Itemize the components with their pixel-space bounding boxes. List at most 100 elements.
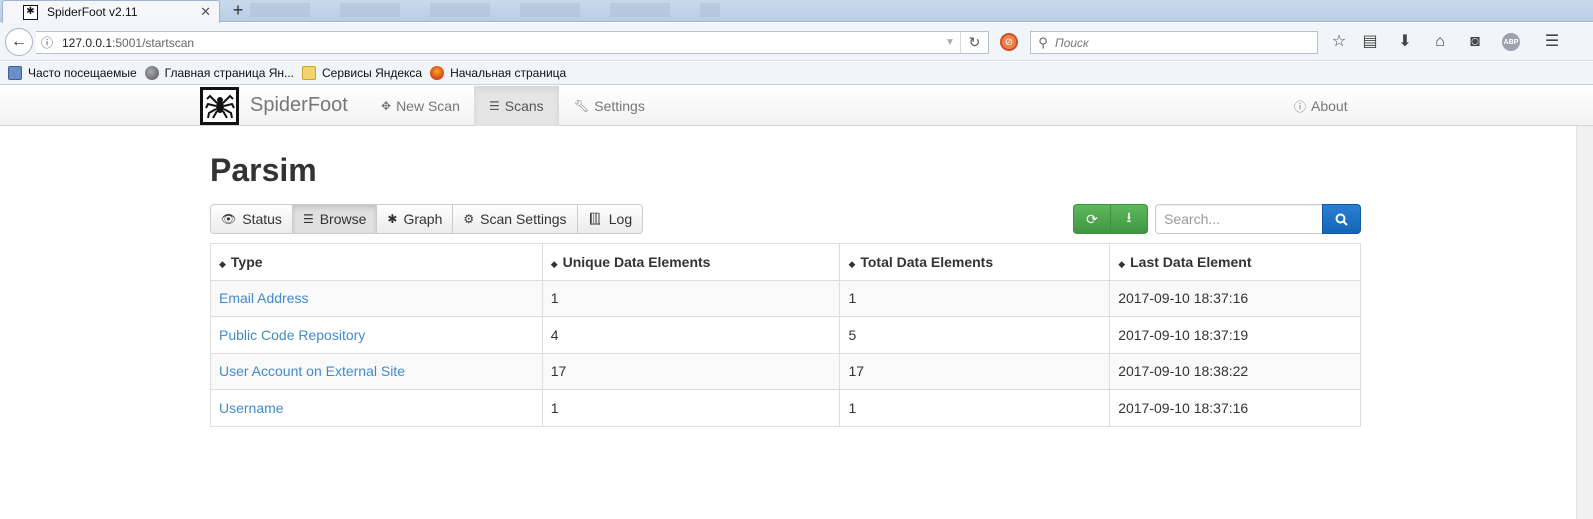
bookmark-frequent[interactable]: Часто посещаемые — [8, 66, 137, 80]
reading-list-icon[interactable]: ▤ — [1359, 32, 1381, 52]
header-label: Total Data Elements — [860, 253, 994, 270]
results-table: ◆ Type ◆ Unique Data Elements ◆ Total Data … — [210, 243, 1361, 427]
column-header-last[interactable]: ◆ Last Data Element — [1109, 243, 1361, 281]
refresh-icon: ⟳ — [1086, 210, 1098, 227]
tab-label: Scan Settings — [480, 211, 567, 227]
header-label: Last Data Element — [1130, 253, 1252, 270]
action-buttons: ⟳ ⭳ — [1073, 204, 1148, 234]
type-link[interactable]: User Account on External Site — [219, 363, 405, 379]
wrench-icon: 🔧︎ — [574, 99, 590, 113]
tab-label: Status — [242, 211, 282, 227]
search-icon: ⚲ — [1038, 34, 1048, 50]
table-row: Email Address 1 1 2017-09-10 18:37:16 — [210, 279, 1361, 317]
brand-name[interactable]: SpiderFoot — [250, 94, 348, 117]
sort-icon: ◆ — [219, 258, 226, 269]
tab-browse[interactable]: ☰ Browse — [291, 204, 378, 234]
nav-new-scan[interactable]: ✥ New Scan — [366, 86, 475, 126]
type-link[interactable]: Public Code Repository — [219, 327, 365, 343]
cell-total: 5 — [839, 316, 1111, 354]
cell-unique: 4 — [541, 316, 841, 354]
adblock-icon[interactable]: ABP — [1502, 33, 1520, 51]
nav-settings[interactable]: 🔧︎ Settings — [559, 86, 660, 126]
cell-total: 17 — [839, 352, 1111, 390]
nav-label: New Scan — [396, 98, 460, 114]
tab-label: Graph — [403, 211, 443, 227]
frequent-icon — [8, 66, 22, 80]
browser-search-placeholder: Поиск — [1055, 35, 1089, 50]
asterisk-icon: ✱ — [387, 212, 398, 226]
bookmark-label: Сервисы Яндекса — [322, 66, 423, 80]
bookmark-label: Главная страница Ян... — [164, 66, 295, 80]
column-header-total[interactable]: ◆ Total Data Elements — [839, 243, 1111, 281]
browser-tab[interactable]: ✱ SpiderFoot v2.11 ✕ — [2, 0, 220, 23]
close-tab-icon[interactable]: ✕ — [200, 4, 211, 20]
spider-favicon-icon: ✱ — [23, 4, 38, 20]
cell-type: Public Code Repository — [210, 316, 543, 354]
cell-last: 2017-09-10 18:38:22 — [1109, 352, 1361, 390]
type-link[interactable]: Username — [219, 400, 284, 416]
info-circle-icon: ⓘ — [1294, 99, 1307, 114]
blocker-extension-icon[interactable]: ⊘ — [1000, 33, 1018, 51]
tab-scan-settings[interactable]: ⚙ Scan Settings — [452, 204, 578, 234]
cell-total: 1 — [839, 389, 1111, 427]
cell-type: User Account on External Site — [210, 352, 543, 390]
search-button[interactable] — [1322, 204, 1361, 234]
star-icon[interactable]: ☆ — [1328, 32, 1350, 52]
pocket-icon[interactable]: ◙ — [1464, 32, 1486, 52]
downloads-icon[interactable]: ⬇ — [1394, 32, 1416, 52]
cell-last: 2017-09-10 18:37:16 — [1109, 389, 1361, 427]
list-icon: ☰ — [302, 212, 314, 226]
column-header-type[interactable]: ◆ Type — [210, 243, 543, 281]
cell-unique: 1 — [541, 389, 841, 427]
column-header-unique[interactable]: ◆ Unique Data Elements — [541, 243, 841, 281]
refresh-button[interactable]: ⟳ — [1073, 204, 1111, 234]
cell-last: 2017-09-10 18:37:19 — [1109, 316, 1361, 354]
view-tabs: 👁︎ Status ☰ Browse ✱ Graph ⚙ Scan Settin… — [210, 204, 644, 234]
table-header-row: ◆ Type ◆ Unique Data Elements ◆ Total Data … — [210, 243, 1361, 281]
type-link[interactable]: Email Address — [219, 290, 308, 306]
folder-icon — [302, 66, 317, 80]
spider-logo-icon[interactable] — [200, 87, 239, 125]
browser-tabstrip: ✱ SpiderFoot v2.11 ✕ + — [0, 0, 1593, 23]
back-arrow-icon[interactable]: ← — [5, 28, 33, 56]
sort-icon: ◆ — [550, 258, 558, 269]
firefox-icon — [430, 66, 445, 80]
nav-scans[interactable]: ☰ Scans — [474, 86, 559, 126]
tab-graph[interactable]: ✱ Graph — [376, 204, 454, 234]
search-input[interactable] — [1155, 204, 1323, 234]
url-text[interactable]: 127.0.0.1:5001/startscan — [62, 36, 940, 50]
cell-unique: 1 — [541, 279, 841, 317]
url-bar[interactable]: ⓘ 127.0.0.1:5001/startscan ▼ ↻ — [36, 31, 989, 54]
book-icon: 📕︎ — [587, 212, 603, 226]
nav-about[interactable]: ⓘ About — [1279, 86, 1363, 126]
cog-icon: ⚙ — [463, 212, 475, 226]
info-icon[interactable]: ⓘ — [36, 34, 58, 51]
menu-icon[interactable]: ☰ — [1541, 32, 1563, 52]
bookmark-start-page[interactable]: Начальная страница — [430, 66, 566, 80]
tab-log[interactable]: 📕︎ Log — [576, 204, 644, 234]
nav-label: Settings — [594, 98, 645, 114]
home-icon[interactable]: ⌂ — [1429, 32, 1451, 52]
table-row: User Account on External Site 17 17 2017… — [210, 352, 1361, 390]
globe-icon — [144, 66, 159, 80]
table-row: Public Code Repository 4 5 2017-09-10 18… — [210, 316, 1361, 354]
eye-icon: 👁︎ — [221, 212, 237, 226]
export-button[interactable]: ⭳ — [1110, 204, 1148, 234]
header-label: Unique Data Elements — [562, 253, 711, 270]
app-navbar: SpiderFoot ✥ New Scan ☰ Scans 🔧︎ Setting… — [0, 86, 1593, 126]
bookmark-yandex-services[interactable]: Сервисы Яндекса — [302, 66, 422, 80]
new-tab-button[interactable]: + — [229, 0, 247, 20]
cell-last: 2017-09-10 18:37:16 — [1109, 279, 1361, 317]
bookmark-label: Начальная страница — [450, 66, 567, 80]
reload-icon[interactable]: ↻ — [960, 32, 988, 53]
history-dropdown-icon[interactable]: ▼ — [940, 37, 960, 48]
tab-title: SpiderFoot v2.11 — [47, 5, 138, 19]
page-scrollbar[interactable] — [1576, 126, 1593, 519]
header-label: Type — [230, 253, 263, 270]
bookmark-yandex-home[interactable]: Главная страница Ян... — [144, 66, 295, 80]
search-icon — [1335, 213, 1348, 226]
browser-search-field[interactable]: ⚲ Поиск — [1030, 31, 1318, 54]
tab-label: Log — [608, 211, 633, 227]
background-tabs — [250, 3, 720, 17]
tab-status[interactable]: 👁︎ Status — [210, 204, 293, 234]
